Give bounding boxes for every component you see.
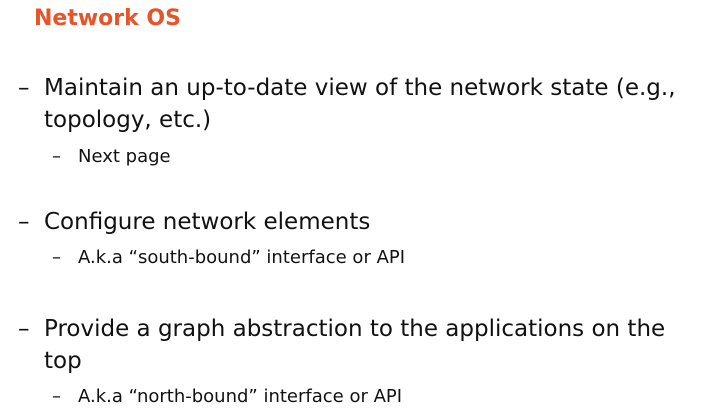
sub-bullet-3: – A.k.a “north-bound” interface or API [52, 384, 403, 410]
bullet-1-dash: – [18, 75, 30, 101]
bullet-3: – Provide a graph abstraction to the app… [18, 313, 666, 377]
bullet-1-line-1: Maintain an up-to-date view of the netwo… [44, 75, 676, 101]
bullet-3-dash: – [18, 316, 30, 342]
bullet-3-line-1: Provide a graph abstraction to the appli… [44, 316, 666, 342]
sub-bullet-3-text: A.k.a “north-bound” interface or API [78, 386, 403, 407]
bullet-2-dash: – [18, 209, 30, 235]
sub-bullet-2-text: A.k.a “south-bound” interface or API [78, 247, 406, 268]
sub-bullet-3-dash: – [52, 386, 61, 407]
bullet-2-line-1: Configure network elements [44, 209, 371, 235]
slide-title: Network OS [34, 6, 181, 31]
bullet-1: – Maintain an up-to-date view of the net… [18, 72, 676, 136]
bullet-2: – Configure network elements [18, 206, 371, 238]
sub-bullet-1: – Next page [52, 144, 171, 170]
sub-bullet-2: – A.k.a “south-bound” interface or API [52, 245, 406, 271]
sub-bullet-1-text: Next page [78, 146, 171, 167]
sub-bullet-2-dash: – [52, 247, 61, 268]
bullet-1-line-2: topology, etc.) [44, 107, 212, 133]
sub-bullet-1-dash: – [52, 146, 61, 167]
bullet-3-line-2: top [44, 348, 82, 374]
